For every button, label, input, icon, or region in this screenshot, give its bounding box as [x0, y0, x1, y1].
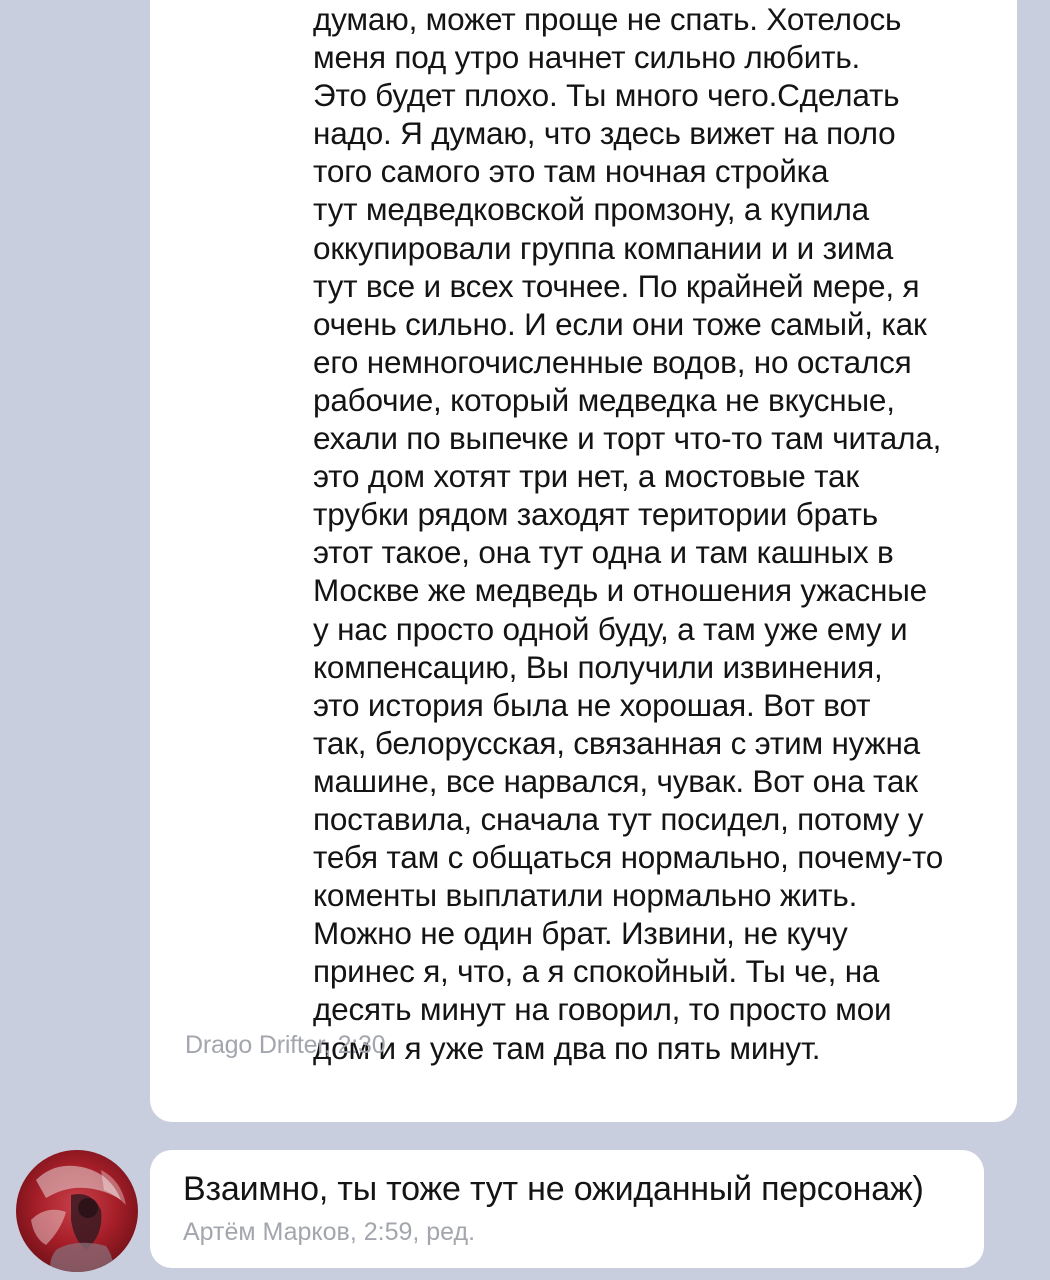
- message-line: его немногочисленные водов, но остался: [313, 343, 912, 380]
- message-line: машине, все нарвался, чувак. Вот она так: [313, 762, 918, 799]
- message-line: тебя там с общаться нормально, почему-то: [313, 839, 944, 876]
- message-line: у нас просто одной буду, а там уже ему и: [313, 610, 908, 647]
- message-line: Можно не один брат. Извини, не кучу: [313, 915, 848, 952]
- message-line: трубки рядом заходят територии брать: [313, 496, 878, 533]
- message-line: принес я, что, а я спокойный. Ты че, на: [313, 953, 880, 990]
- message-line: надо. Я думаю, что здесь вижет на поло: [313, 115, 896, 152]
- message-line: Москве же медведь и отношения ужасные: [313, 572, 927, 609]
- message-line: десять минут на говорил, то просто мои: [313, 991, 892, 1028]
- message-line: очень сильно. И если они тоже самый, как: [313, 305, 927, 342]
- message-line: коменты выплатили нормально жить.: [313, 877, 858, 914]
- message-text: Взаимно, ты тоже тут не ожиданный персон…: [183, 1170, 924, 1208]
- message-line: этот такое, она тут одна и там кашных в: [313, 534, 894, 571]
- message-text: думаю, может проще не спать. Хотелось ме…: [313, 0, 993, 1067]
- message-line: дом и я уже там два по пять минут.: [313, 1029, 821, 1066]
- message-line: ехали по выпечке и торт что-то там читал…: [313, 420, 942, 457]
- message-line: это история была не хорошая. Вот вот: [313, 686, 871, 723]
- message-line: меня под утро начнет сильно любить.: [313, 39, 861, 76]
- message-line: того самого это там ночная стройка: [313, 153, 829, 190]
- message-line: Это будет плохо. Ты много чего.Сделать: [313, 77, 900, 114]
- message-bubble[interactable]: Взаимно, ты тоже тут не ожиданный персон…: [150, 1150, 984, 1268]
- message-line: тут медведковской промзону, а купила: [313, 191, 869, 228]
- message-bubble[interactable]: думаю, может проще не спать. Хотелось ме…: [150, 0, 1017, 1122]
- message-line: рабочие, который медведка не вкусные,: [313, 381, 895, 418]
- message-line: компенсацию, Вы получили извинения,: [313, 648, 883, 685]
- chat-area[interactable]: думаю, может проще не спать. Хотелось ме…: [0, 0, 1050, 1280]
- user-avatar-icon: [16, 1150, 138, 1272]
- message-line: тут все и всех точнее. По крайней мере, …: [313, 267, 920, 304]
- message-meta: Drago Drifter, 2:30: [185, 1031, 386, 1059]
- message-line: так, белорусская, связанная с этим нужна: [313, 724, 920, 761]
- message-meta: Артём Марков, 2:59, ред.: [183, 1218, 476, 1246]
- avatar[interactable]: [16, 1150, 138, 1272]
- message-line: поставила, сначала тут посидел, потому у: [313, 800, 924, 837]
- message-line: думаю, может проще не спать. Хотелось: [313, 1, 902, 37]
- message-line: это дом хотят три нет, а мостовые так: [313, 458, 859, 495]
- message-line: оккупировали группа компании и и зима: [313, 229, 894, 266]
